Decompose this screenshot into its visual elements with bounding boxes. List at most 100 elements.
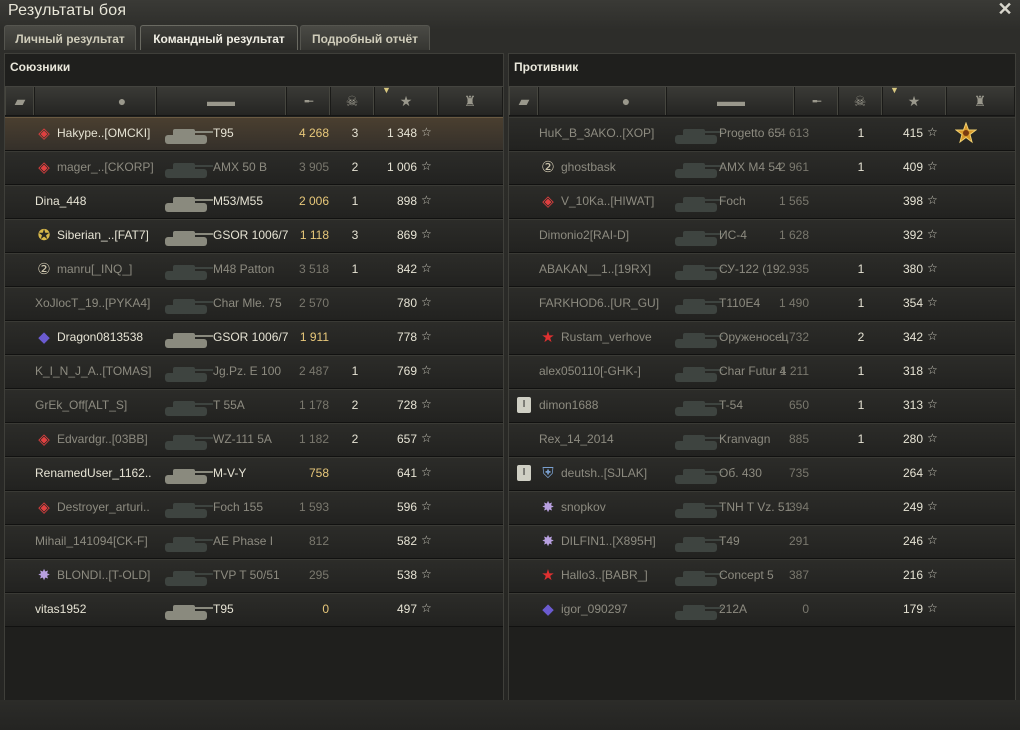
tank-name: AMX 50 B (213, 160, 268, 174)
xp-value: 641 (396, 466, 417, 480)
table-row[interactable]: ◆ igor_090297 212A 0 179 ☆ (509, 593, 1015, 627)
player-name[interactable]: alex050110[-GHK-] (539, 364, 641, 378)
player-name[interactable]: HuK_B_3AKO..[XOP] (539, 126, 654, 140)
red-star-medal-icon: ★ (541, 329, 555, 346)
xp-value: 179 (902, 602, 923, 616)
player-name[interactable]: Dina_448 (35, 194, 86, 208)
player-name[interactable]: Mihail_141094[CK-F] (35, 534, 148, 548)
player-name[interactable]: DILFIN1..[X895H] (561, 534, 656, 548)
player-column-header[interactable]: ● (33, 87, 157, 115)
kills-column-header[interactable]: ☠ (329, 87, 375, 115)
laurel-medal-icon: ✪ (37, 227, 51, 244)
player-column-header[interactable]: ● (537, 87, 667, 115)
close-icon[interactable]: ✕ (996, 0, 1014, 18)
player-name[interactable]: RenamedUser_1162.. (35, 466, 152, 480)
tank-silhouette-icon (159, 221, 213, 251)
table-row[interactable]: ◆ Dragon0813538 GSOR 1006/7 1 911 778 ☆ (5, 321, 503, 355)
player-name[interactable]: deutsh..[SJLAK] (561, 466, 647, 480)
table-row[interactable]: ✸ snopkov TNH T Vz. 51 394 249 ☆ (509, 491, 1015, 525)
table-row[interactable]: ★ Hallo3..[BABR_] Concept 5 387 216 ☆ (509, 559, 1015, 593)
damage-column-header[interactable]: ╾ (285, 87, 331, 115)
table-row[interactable]: Rex_14_2014 Kranvagn 885 1 280 ☆ (509, 423, 1015, 457)
table-row[interactable]: K_I_N_J_A..[TOMAS] Jg.Pz. E 100 2 487 1 769 ☆ (5, 355, 503, 389)
table-row[interactable]: ◈ V_10Ka..[HIWAT] Foch 1 565 398 ☆ (509, 185, 1015, 219)
tank-name: TVP T 50/51 (213, 568, 280, 582)
player-name[interactable]: FARKHOD6..[UR_GU] (539, 296, 659, 310)
player-name[interactable]: vitas1952 (35, 602, 86, 616)
platoon-column-header[interactable]: ▰ (5, 87, 35, 115)
achievement-column-header[interactable]: ♜ (437, 87, 503, 115)
player-name[interactable]: Hakype..[OMCKI] (57, 126, 150, 140)
xp-star-icon: ☆ (927, 193, 938, 207)
table-row[interactable]: ◈ Destroyer_arturi.. Foch 155 1 593 596 ☆ (5, 491, 503, 525)
table-row[interactable]: Dina_448 M53/M55 2 006 1 898 ☆ (5, 185, 503, 219)
xp-column-header[interactable]: ▼ ★ (881, 85, 947, 115)
tank-column-header[interactable]: ▬▬ (665, 87, 795, 115)
player-name[interactable]: Dimonio2[RAI-D] (539, 228, 629, 242)
table-row[interactable]: ✪ Siberian_..[FAT7] GSOR 1006/7 1 118 3 869 ☆ (5, 219, 503, 253)
table-row[interactable]: ② manru[_INQ_] M48 Patton 3 518 1 842 ☆ (5, 253, 503, 287)
platoon-column-header[interactable]: ▰ (509, 87, 539, 115)
player-name[interactable]: ghostbask (561, 160, 616, 174)
table-row[interactable]: Idimon1688 T-54 650 1 313 ☆ (509, 389, 1015, 423)
player-name[interactable]: Siberian_..[FAT7] (57, 228, 149, 242)
table-row[interactable]: Dimonio2[RAI-D] ИС-4 1 628 392 ☆ (509, 219, 1015, 253)
player-name[interactable]: manru[_INQ_] (57, 262, 132, 276)
table-row[interactable]: GrEk_Off[ALT_S] T 55A 1 178 2 728 ☆ (5, 389, 503, 423)
xp-star-icon: ☆ (421, 499, 432, 513)
damage-column-header[interactable]: ╾ (793, 87, 839, 115)
player-name[interactable]: mager_..[CKORP] (57, 160, 154, 174)
tab-detailed[interactable]: Подробный отчёт (300, 25, 430, 50)
tank-name: M48 Patton (213, 262, 275, 276)
table-row[interactable]: ◈ mager_..[CKORP] AMX 50 B 3 905 2 1 006 ☆ (5, 151, 503, 185)
damage-value: 735 (788, 466, 809, 480)
tank-silhouette-icon (159, 323, 213, 353)
player-name[interactable]: Hallo3..[BABR_] (561, 568, 648, 582)
table-row[interactable]: ABAKAN__1..[19RX] СУ-122 (19... 2 935 1 380 ☆ (509, 253, 1015, 287)
player-name[interactable]: Dragon0813538 (57, 330, 143, 344)
player-name[interactable]: igor_090297 (561, 602, 628, 616)
tab-personal[interactable]: Личный результат (4, 25, 136, 50)
xp-column-header[interactable]: ▼ ★ (373, 85, 439, 115)
table-row[interactable]: ◈ Hakype..[OMCKI] T95 4 268 3 1 348 ☆ (5, 117, 503, 151)
player-name[interactable]: Edvardgr..[03BB] (57, 432, 148, 446)
table-row[interactable]: ◈ Edvardgr..[03BB] WZ-111 5A 1 182 2 657 ☆ (5, 423, 503, 457)
player-name[interactable]: Rex_14_2014 (539, 432, 614, 446)
player-name[interactable]: V_10Ka..[HIWAT] (561, 194, 654, 208)
player-name[interactable]: K_I_N_J_A..[TOMAS] (35, 364, 152, 378)
table-row[interactable]: HuK_B_3AKO..[XOP] Progetto 65 4 613 1 415 ☆ (509, 117, 1015, 151)
table-row[interactable]: FARKHOD6..[UR_GU] T110E4 1 490 1 354 ☆ (509, 287, 1015, 321)
gold-medal-icon[interactable] (954, 121, 978, 144)
damage-value: 4 268 (298, 126, 329, 140)
xp-value: 769 (396, 364, 417, 378)
table-row[interactable]: Mihail_141094[CK-F] AE Phase I 812 582 ☆ (5, 525, 503, 559)
table-row[interactable]: XoJlocT_19..[PYKA4] Char Mle. 75 2 570 780 ☆ (5, 287, 503, 321)
player-name[interactable]: dimon1688 (539, 398, 598, 412)
player-name[interactable]: snopkov (561, 500, 606, 514)
player-name[interactable]: XoJlocT_19..[PYKA4] (35, 296, 150, 310)
table-row[interactable]: ② ghostbask AMX M4 54 2 961 1 409 ☆ (509, 151, 1015, 185)
sort-arrow-icon: ▼ (382, 85, 391, 95)
damage-value: 2 961 (778, 160, 809, 174)
table-row[interactable]: vitas1952 T95 0 497 ☆ (5, 593, 503, 627)
player-name[interactable]: GrEk_Off[ALT_S] (35, 398, 127, 412)
clan-emblem-icon: ◈ (38, 159, 50, 176)
kills-column-header[interactable]: ☠ (837, 87, 883, 115)
achievement-column-header[interactable]: ♜ (945, 87, 1015, 115)
table-row[interactable]: ✸ DILFIN1..[X895H] T49 291 246 ☆ (509, 525, 1015, 559)
table-row[interactable]: RenamedUser_1162.. M-V-Y 758 641 ☆ (5, 457, 503, 491)
tank-column-header[interactable]: ▬▬ (155, 87, 287, 115)
player-name[interactable]: ABAKAN__1..[19RX] (539, 262, 651, 276)
tank-silhouette-icon (669, 255, 723, 285)
allies-header: ▰ ● ▬▬ ╾ ☠ ▼ ★ ♜ (5, 85, 503, 116)
player-name[interactable]: Rustam_verhove (561, 330, 652, 344)
table-row[interactable]: ★ Rustam_verhove Оруженосец 1 732 2 342 ☆ (509, 321, 1015, 355)
xp-star-icon: ☆ (421, 159, 432, 173)
table-row[interactable]: ✸ BLONDI..[T-OLD] TVP T 50/51 295 538 ☆ (5, 559, 503, 593)
kills-value: 1 (857, 262, 865, 276)
player-name[interactable]: BLONDI..[T-OLD] (57, 568, 150, 582)
player-name[interactable]: Destroyer_arturi.. (57, 500, 150, 514)
table-row[interactable]: I ⛨ deutsh..[SJLAK] Об. 430 735 264 ☆ (509, 457, 1015, 491)
tab-team[interactable]: Командный результат (140, 25, 298, 50)
table-row[interactable]: alex050110[-GHK-] Char Futur 41 211 1 318 ☆ (509, 355, 1015, 389)
